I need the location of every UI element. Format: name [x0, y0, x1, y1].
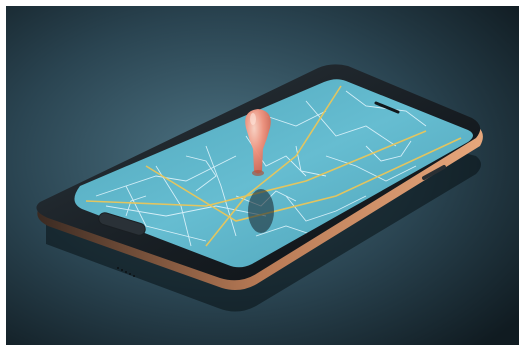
phone-map-scene — [6, 6, 519, 345]
pin-reflection — [248, 189, 274, 233]
